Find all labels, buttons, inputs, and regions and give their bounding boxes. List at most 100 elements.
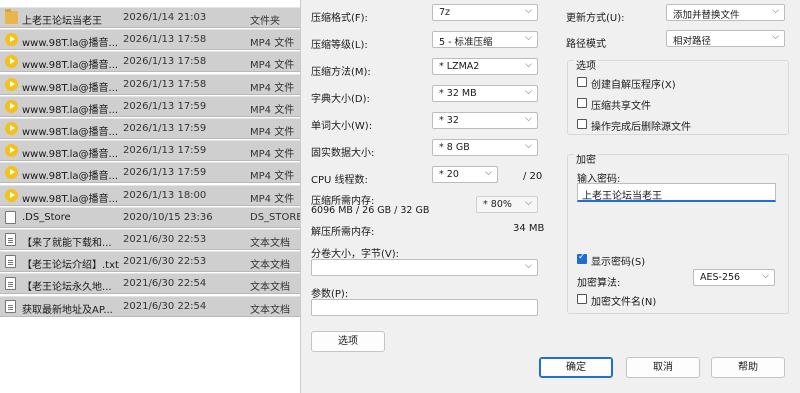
cancel-button[interactable]: 取消 bbox=[626, 357, 700, 378]
split-select[interactable]: ⌵ bbox=[311, 259, 538, 276]
file-date: 2026/1/13 17:59 bbox=[123, 123, 207, 134]
file-type: MP4 文件 bbox=[250, 104, 295, 116]
file-name: www.98T.la@播音... bbox=[22, 60, 119, 72]
file-name: www.98T.la@播音... bbox=[22, 127, 119, 138]
word-value: * 32 bbox=[439, 115, 459, 126]
file-date: 2021/6/30 22:54 bbox=[123, 278, 207, 290]
file-row[interactable]: www.98T.la@播音... 2026/1/13 17:59 MP4 文件 bbox=[0, 162, 300, 184]
method-value: * LZMA2 bbox=[439, 61, 480, 72]
split-label: 分卷大小，字节(V): bbox=[311, 249, 400, 260]
chevron-down-icon: ⌵ bbox=[772, 32, 779, 42]
file-row[interactable]: 获取最新地址及AP... 2021/6/30 22:54 文本文档 bbox=[0, 295, 300, 317]
update-mode-value: 添加并替换文件 bbox=[673, 10, 740, 21]
file-row[interactable]: www.98T.la@播音... 2026/1/13 17:58 MP4 文件 bbox=[0, 51, 300, 73]
dict-select[interactable]: * 32 MB ⌵ bbox=[432, 85, 538, 102]
file-date: 2021/6/30 22:53 bbox=[123, 256, 207, 268]
ok-button[interactable]: 确定 bbox=[539, 357, 613, 378]
chevron-down-icon: ⌵ bbox=[525, 198, 532, 208]
file-type: MP4 文件 bbox=[250, 193, 295, 205]
file-row[interactable]: 【老王论坛介绍】.txt 2021/6/30 22:53 文本文档 bbox=[0, 251, 300, 273]
chevron-down-icon: ⌵ bbox=[525, 6, 532, 16]
options-group-title: 选项 bbox=[574, 57, 598, 72]
solid-value: * 8 GB bbox=[439, 142, 470, 153]
level-select[interactable]: 5 - 标准压缩 ⌵ bbox=[432, 31, 538, 48]
dict-value: * 32 MB bbox=[439, 88, 477, 99]
file-type: MP4 文件 bbox=[250, 60, 295, 72]
password-input[interactable]: 上老王论坛当老王 bbox=[577, 183, 776, 202]
chevron-down-icon: ⌵ bbox=[485, 168, 492, 178]
mem-decompress-value: 34 MB bbox=[513, 223, 545, 234]
mp4-file-icon bbox=[5, 122, 18, 135]
word-select[interactable]: * 32 ⌵ bbox=[432, 112, 538, 129]
path-mode-value: 相对路径 bbox=[673, 36, 712, 47]
file-name: 获取最新地址及AP... bbox=[22, 304, 113, 316]
chevron-down-icon: ⌵ bbox=[525, 141, 532, 151]
file-date: 2026/1/13 17:59 bbox=[123, 145, 207, 157]
options-button[interactable]: 选项 bbox=[311, 331, 385, 352]
file-date: 2026/1/13 17:59 bbox=[123, 167, 207, 179]
sfx-checkbox[interactable] bbox=[577, 77, 587, 87]
mp4-file-icon bbox=[5, 33, 18, 47]
shared-files-checkbox[interactable] bbox=[577, 98, 587, 108]
shared-files-label: 压缩共享文件 bbox=[591, 101, 651, 112]
path-mode-select[interactable]: 相对路径 ⌵ bbox=[666, 30, 785, 47]
delete-after-label: 操作完成后删除源文件 bbox=[591, 122, 691, 133]
file-row[interactable]: www.98T.la@播音... 2026/1/13 17:58 MP4 文件 bbox=[0, 73, 300, 95]
file-type: MP4 文件 bbox=[250, 38, 295, 50]
file-row[interactable]: 【来了就能下载和... 2021/6/30 22:53 文本文档 bbox=[0, 229, 300, 250]
params-input[interactable] bbox=[311, 299, 538, 316]
show-password-label: 显示密码(S) bbox=[591, 257, 646, 268]
chevron-down-icon: ⌵ bbox=[525, 33, 532, 43]
show-password-checkbox[interactable] bbox=[577, 252, 587, 264]
cpu-label: CPU 线程数: bbox=[311, 175, 368, 186]
file-type: 文本文档 bbox=[250, 238, 290, 249]
file-type: 文本文档 bbox=[250, 304, 290, 316]
cpu-select[interactable]: * 20 ⌵ bbox=[432, 166, 498, 183]
file-row[interactable]: 上老王论坛当老王 2026/1/14 21:03 文件夹 bbox=[0, 7, 300, 28]
file-row[interactable]: www.98T.la@播音... 2026/1/13 17:59 MP4 文件 bbox=[0, 118, 300, 139]
encryption-method-label: 加密算法: bbox=[577, 278, 621, 289]
file-row[interactable]: www.98T.la@播音... 2026/1/13 18:00 MP4 文件 bbox=[0, 184, 300, 206]
delete-after-checkbox[interactable] bbox=[577, 119, 587, 129]
file-row[interactable]: .DS_Store 2020/10/15 23:36 DS_STORE bbox=[0, 206, 303, 228]
params-label: 参数(P): bbox=[311, 289, 349, 300]
encrypt-names-checkbox[interactable] bbox=[577, 294, 587, 304]
file-name: www.98T.la@播音... bbox=[22, 149, 119, 161]
chevron-down-icon: ⌵ bbox=[525, 261, 532, 271]
mp4-file-icon bbox=[5, 77, 18, 91]
mp4-file-icon bbox=[5, 55, 18, 69]
solid-select[interactable]: * 8 GB ⌵ bbox=[432, 139, 538, 156]
chevron-down-icon: ⌵ bbox=[525, 60, 532, 70]
folder-icon bbox=[5, 9, 18, 24]
file-row[interactable]: 【老王论坛永久地... 2021/6/30 22:54 文本文档 bbox=[0, 273, 300, 295]
file-name: www.98T.la@播音... bbox=[22, 38, 119, 50]
file-name: www.98T.la@播音... bbox=[22, 193, 119, 205]
path-label: 路径模式 bbox=[566, 39, 606, 50]
help-button[interactable]: 帮助 bbox=[711, 357, 785, 378]
mp4-file-icon bbox=[5, 99, 18, 113]
file-row[interactable]: www.98T.la@播音... 2026/1/13 17:58 MP4 文件 bbox=[0, 29, 300, 51]
format-select[interactable]: 7z ⌵ bbox=[432, 4, 538, 21]
method-label: 压缩方法(M): bbox=[311, 67, 371, 78]
file-list: 上老王论坛当老王 2026/1/14 21:03 文件夹 www.98T.la@播音.… bbox=[0, 0, 303, 393]
method-select[interactable]: * LZMA2 ⌵ bbox=[432, 58, 538, 75]
encryption-group-title: 加密 bbox=[574, 151, 598, 166]
level-label: 压缩等级(L): bbox=[311, 40, 368, 51]
file-row[interactable]: www.98T.la@播音... 2026/1/13 17:59 MP4 文件 bbox=[0, 95, 300, 117]
file-type: MP4 文件 bbox=[250, 127, 295, 138]
file-date: 2020/10/15 23:36 bbox=[123, 211, 213, 223]
text-file-icon bbox=[5, 277, 16, 291]
password-value: 上老王论坛当老王 bbox=[582, 191, 662, 202]
update-label: 更新方式(U): bbox=[566, 13, 625, 24]
file-type: MP4 文件 bbox=[250, 171, 295, 183]
text-file-icon bbox=[5, 299, 16, 313]
file-name: 【老王论坛永久地... bbox=[22, 282, 112, 294]
mem-usage-select[interactable]: * 80% ⌵ bbox=[476, 196, 538, 213]
file-type: 文本文档 bbox=[250, 260, 290, 272]
encryption-method-select[interactable]: AES-256 ⌵ bbox=[693, 269, 775, 286]
update-mode-select[interactable]: 添加并替换文件 ⌵ bbox=[666, 4, 785, 21]
blank-file-icon bbox=[5, 210, 16, 224]
file-row[interactable]: www.98T.la@播音... 2026/1/13 17:59 MP4 文件 bbox=[0, 140, 300, 162]
file-type: DS_STORE bbox=[250, 211, 303, 223]
solid-label: 固实数据大小: bbox=[311, 148, 375, 159]
